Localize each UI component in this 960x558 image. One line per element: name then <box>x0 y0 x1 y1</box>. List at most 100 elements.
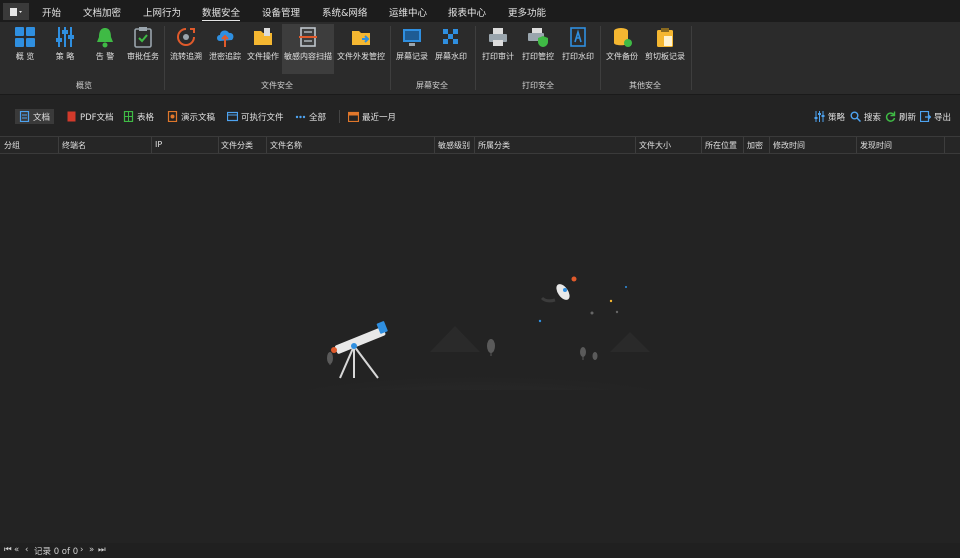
ribbon-trace-button[interactable]: 流转追溯 <box>167 24 205 74</box>
last-page-button[interactable]: ⏭ <box>98 545 106 555</box>
database-icon <box>614 28 632 47</box>
filter-document-label: 文档 <box>33 112 51 123</box>
menu-system-network[interactable]: 系统&网络 <box>322 5 367 19</box>
ribbon-screen-record-button[interactable]: 屏幕记录 <box>393 24 431 74</box>
column-divider[interactable] <box>743 137 744 153</box>
column-header-file-size[interactable]: 文件大小 <box>639 140 671 151</box>
column-divider[interactable] <box>944 137 945 153</box>
ribbon-file-backup-button[interactable]: 文件备份 <box>603 24 641 74</box>
ribbon-policy-button[interactable]: 策 略 <box>48 24 82 74</box>
column-divider[interactable] <box>266 137 267 153</box>
first-page-button[interactable]: ⏮ <box>4 545 12 555</box>
search-icon <box>850 111 861 122</box>
column-header-encrypted[interactable]: 加密 <box>747 140 763 151</box>
menu-report-center[interactable]: 报表中心 <box>448 5 486 19</box>
refresh-action-label: 刷新 <box>899 112 917 123</box>
ribbon-alert-button[interactable]: 告 警 <box>88 24 122 74</box>
column-divider[interactable] <box>434 137 435 153</box>
ribbon-file-outbound-button[interactable]: 文件外发管控 <box>335 24 387 74</box>
policy-action-label: 策略 <box>828 112 846 123</box>
column-header-modified-time[interactable]: 修改时间 <box>773 140 805 151</box>
column-header-location[interactable]: 所在位置 <box>705 140 737 151</box>
export-action-button[interactable]: 导出 <box>920 109 951 124</box>
filter-executable-button[interactable]: 可执行文件 <box>227 109 284 124</box>
column-divider[interactable] <box>701 137 702 153</box>
search-action-button[interactable]: 搜索 <box>850 109 881 124</box>
column-header-group[interactable]: 分组 <box>4 140 20 151</box>
spreadsheet-icon <box>123 111 134 122</box>
ribbon-print-control-button[interactable]: 打印管控 <box>518 24 558 74</box>
scan-doc-icon <box>299 27 317 47</box>
filter-presentation-label: 演示文稿 <box>181 112 216 123</box>
column-header-classification[interactable]: 所属分类 <box>478 140 510 151</box>
trace-icon <box>177 28 195 46</box>
ribbon-group-separator <box>164 26 165 90</box>
column-divider[interactable] <box>151 137 152 153</box>
calendar-icon <box>348 111 359 122</box>
ribbon-print-watermark-button[interactable]: 打印水印 <box>559 24 597 74</box>
filter-toolbar: 文档 PDF文档 表格 演示文稿 可执行文件 全部 最近一月 策略 搜索 刷新 … <box>0 96 960 136</box>
ribbon-screen-watermark-button[interactable]: 屏幕水印 <box>432 24 470 74</box>
column-divider[interactable] <box>769 137 770 153</box>
menu-web-behavior[interactable]: 上网行为 <box>143 5 181 19</box>
filter-pdf-button[interactable]: PDF文档 <box>66 109 114 124</box>
menu-data-security[interactable]: 数据安全 <box>202 5 241 21</box>
ribbon-policy-label: 策 略 <box>55 52 75 61</box>
menu-more-functions[interactable]: 更多功能 <box>508 5 546 19</box>
pdf-icon <box>67 111 76 122</box>
date-range-button[interactable]: 最近一月 <box>348 109 396 124</box>
column-header-terminal[interactable]: 终端名 <box>62 140 86 151</box>
ribbon-file-ops-button[interactable]: 文件操作 <box>245 24 281 74</box>
policy-action-button[interactable]: 策略 <box>814 109 845 124</box>
prev-record-button[interactable]: ‹ <box>25 545 28 555</box>
menu-device-management[interactable]: 设备管理 <box>262 5 300 19</box>
clipboard-check-icon <box>134 27 152 48</box>
ribbon-screen-record-label: 屏幕记录 <box>396 52 428 61</box>
ribbon-print-watermark-label: 打印水印 <box>562 52 594 61</box>
executable-icon <box>227 111 238 122</box>
table-header: 分组 终端名 IP 文件分类 文件名称 敏感级别 所属分类 文件大小 所在位置 … <box>0 136 960 154</box>
next-page-button[interactable]: » <box>89 545 94 555</box>
ribbon-leak-tracking-button[interactable]: 泄密追踪 <box>206 24 244 74</box>
menu-ops-center[interactable]: 运维中心 <box>389 5 427 19</box>
folder-icon <box>254 28 272 45</box>
column-divider[interactable] <box>856 137 857 153</box>
filter-presentation-button[interactable]: 演示文稿 <box>167 109 215 124</box>
grid-icon <box>15 27 35 47</box>
filter-document-button[interactable]: 文档 <box>15 109 55 124</box>
column-divider[interactable] <box>218 137 219 153</box>
dots-icon <box>295 115 306 119</box>
filter-pdf-label: PDF文档 <box>80 112 114 123</box>
column-header-sensitivity[interactable]: 敏感级别 <box>438 140 470 151</box>
ribbon-alert-label: 告 警 <box>95 52 115 61</box>
ribbon-file-outbound-label: 文件外发管控 <box>337 52 385 61</box>
column-divider[interactable] <box>635 137 636 153</box>
print-watermark-icon <box>570 27 586 47</box>
refresh-action-button[interactable]: 刷新 <box>885 109 916 124</box>
prev-page-button[interactable]: « <box>14 545 19 555</box>
ribbon-sensitive-scan-button[interactable]: 敏感内容扫描 <box>282 24 334 74</box>
app-menu-button[interactable] <box>3 3 29 20</box>
ribbon-overview-button[interactable]: 概 览 <box>8 24 42 74</box>
ribbon-leak-tracking-label: 泄密追踪 <box>209 52 241 61</box>
column-divider[interactable] <box>58 137 59 153</box>
refresh-icon <box>885 111 896 122</box>
column-header-file-name[interactable]: 文件名称 <box>270 140 302 151</box>
column-header-file-category[interactable]: 文件分类 <box>221 140 253 151</box>
ribbon-print-audit-button[interactable]: 打印审计 <box>479 24 517 74</box>
column-header-ip[interactable]: IP <box>155 140 162 149</box>
ribbon-clipboard-record-button[interactable]: 剪切板记录 <box>642 24 688 74</box>
filter-all-button[interactable]: 全部 <box>295 109 326 124</box>
menu-start[interactable]: 开始 <box>42 5 61 19</box>
filter-spreadsheet-button[interactable]: 表格 <box>123 109 154 124</box>
next-record-button[interactable]: › <box>80 545 83 555</box>
export-icon <box>920 111 931 122</box>
sliders-icon <box>814 111 825 122</box>
ribbon-group-separator <box>390 26 391 90</box>
column-header-found-time[interactable]: 发现时间 <box>860 140 892 151</box>
menu-doc-encryption[interactable]: 文档加密 <box>83 5 121 19</box>
column-divider[interactable] <box>474 137 475 153</box>
sliders-icon <box>56 27 74 47</box>
ribbon-approval-button[interactable]: 审批任务 <box>124 24 162 74</box>
empty-state-illustration <box>290 276 670 390</box>
